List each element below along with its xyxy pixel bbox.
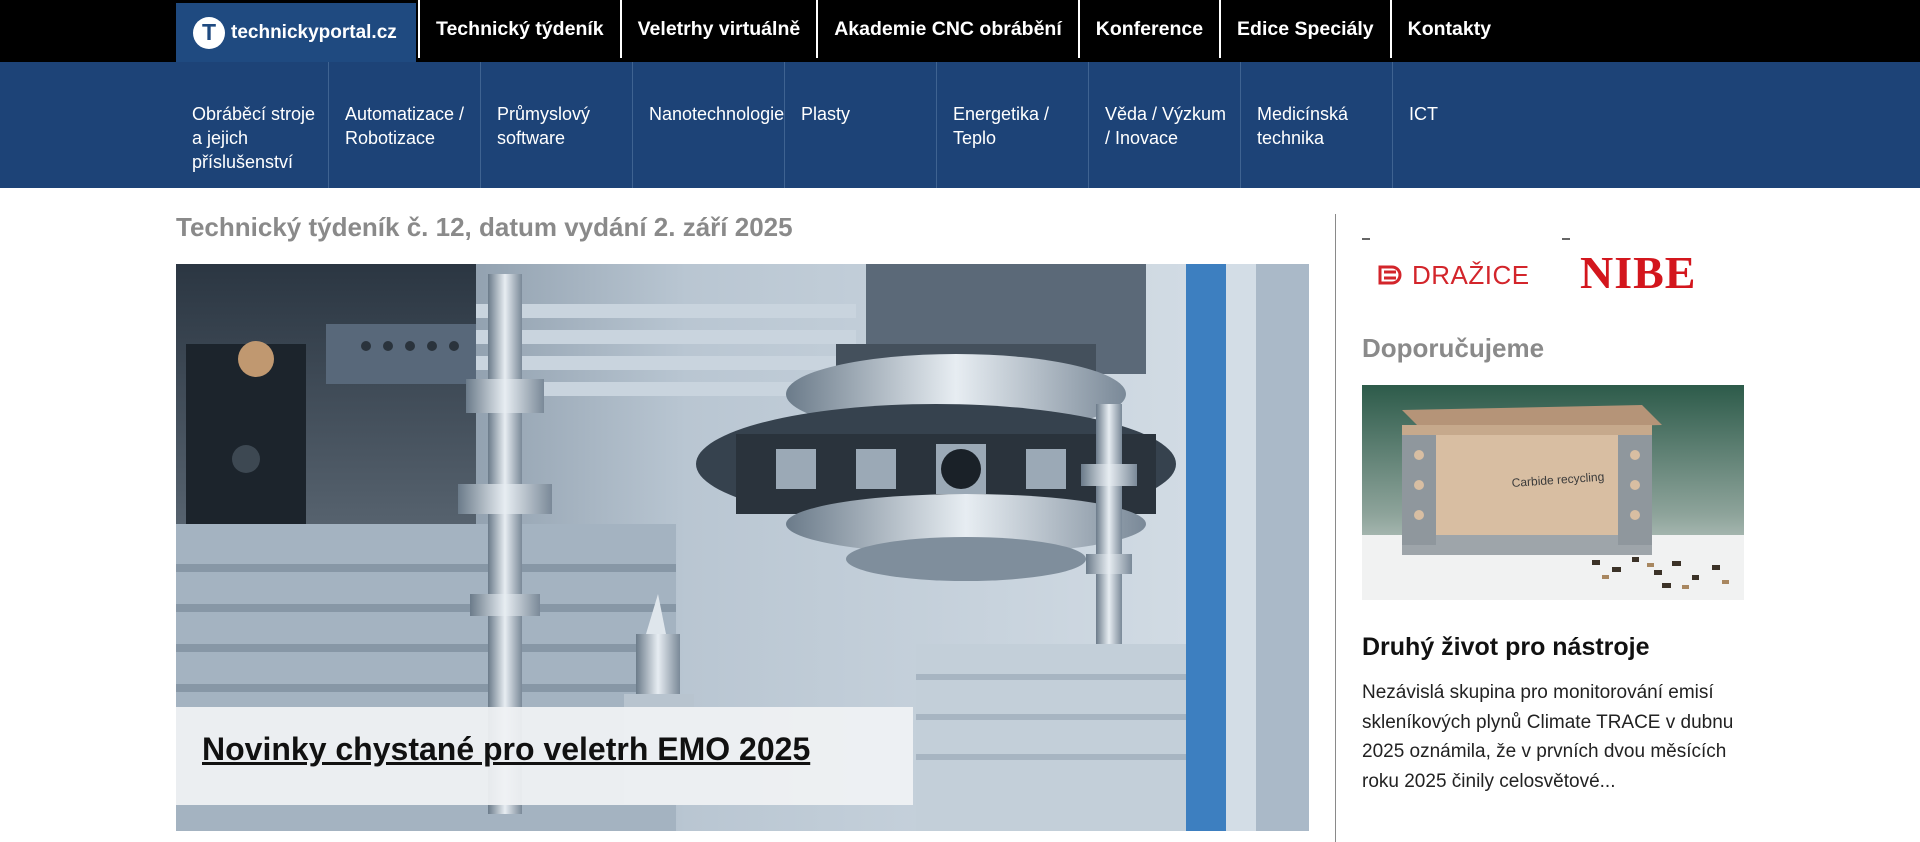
nav-item-technicky-tydenik[interactable]: Technický týdeník [418,0,620,58]
category-ict[interactable]: ICT [1392,62,1544,188]
main-menu: Technický týdeník Veletrhy virtuálně Aka… [418,0,1507,58]
category-prumyslovy-software[interactable]: Průmyslový software [480,62,632,188]
logo-text: technickyportal.cz [231,21,397,43]
hero-article[interactable]: Novinky chystané pro veletrh EMO 2025 [176,264,1309,831]
recommended-image[interactable]: Carbide recycling [1362,385,1744,600]
hero-headline-link[interactable]: Novinky chystané pro veletrh EMO 2025 [202,731,810,767]
drazice-emblem-icon [1378,265,1402,285]
nav-item-kontakty[interactable]: Kontakty [1389,0,1507,58]
category-automatizace[interactable]: Automatizace / Robotizace [328,62,480,188]
category-veda-vyzkum[interactable]: Věda / Výzkum / Inovace [1088,62,1240,188]
ad-marker [1562,238,1570,240]
nav-item-konference[interactable]: Konference [1077,0,1219,58]
logo-badge-icon: T [193,16,225,49]
category-menu: Obráběcí stroje a jejich příslušenství A… [176,62,1544,188]
nav-item-veletrhy-virtualne[interactable]: Veletrhy virtuálně [619,0,817,58]
hero-caption: Novinky chystané pro veletrh EMO 2025 [176,707,913,805]
category-nanotechnologie[interactable]: Nanotechnologie [632,62,784,188]
nibe-logo[interactable]: NIBE [1580,246,1696,299]
carbide-recycling-box-image: Carbide recycling [1362,385,1744,600]
site-logo[interactable]: T technickyportal.cz [176,3,416,62]
category-plasty[interactable]: Plasty [784,62,936,188]
recommended-heading: Doporučujeme [1362,333,1545,363]
category-obrabeci-stroje[interactable]: Obráběcí stroje a jejich příslušenství [176,62,328,188]
recommended-excerpt: Nezávislá skupina pro monitorování emisí… [1362,682,1734,792]
sidebar-divider [1335,214,1336,842]
category-medicinska-technika[interactable]: Medicínská technika [1240,62,1392,188]
nav-item-akademie-cnc[interactable]: Akademie CNC obrábění [816,0,1078,58]
category-energetika[interactable]: Energetika / Teplo [936,62,1088,188]
nav-item-edice-specialy[interactable]: Edice Speciály [1219,0,1390,58]
ad-marker [1362,238,1370,240]
recommended-headline-link[interactable]: Druhý život pro nástroje [1362,633,1650,662]
partner-logos: DRAŽICE NIBE [1362,238,1744,298]
drazice-wordmark: DRAŽICE [1412,259,1530,290]
top-navigation-bar: T technickyportal.cz Technický týdeník V… [0,0,1920,62]
category-bar: Obráběcí stroje a jejich příslušenství A… [0,62,1920,188]
issue-title: Technický týdeník č. 12, datum vydání 2.… [176,212,793,242]
drazice-logo[interactable]: DRAŽICE [1378,260,1530,290]
